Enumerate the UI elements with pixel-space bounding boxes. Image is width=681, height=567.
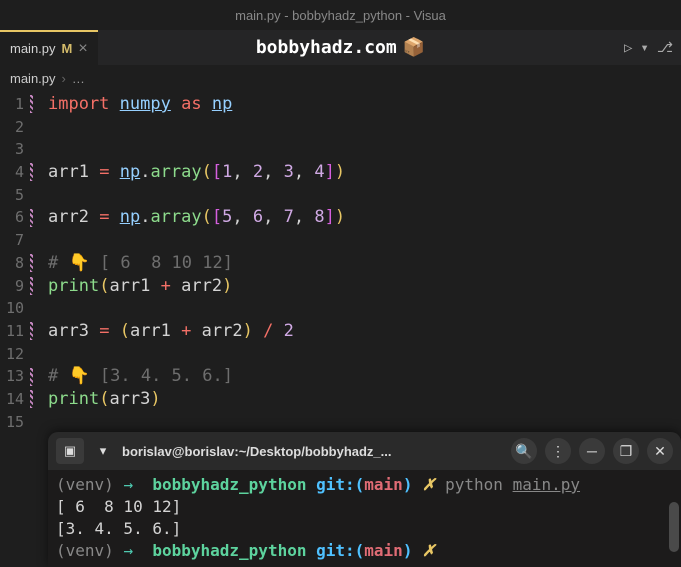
watermark-text: bobbyhadz.com (256, 37, 397, 58)
terminal-scrollbar[interactable] (669, 502, 679, 552)
code-line (48, 116, 681, 139)
code-line (48, 411, 681, 434)
breadcrumb-more: … (72, 71, 85, 86)
terminal-line: (venv) → bobbyhadz_python git:(main) ✗ (56, 540, 673, 562)
line-number: 11 (0, 320, 26, 343)
line-number: 3 (0, 138, 26, 161)
code-line: arr3 = (arr1 + arr2) / 2 (48, 320, 681, 343)
breadcrumb[interactable]: main.py › … (0, 65, 681, 91)
run-icon[interactable]: ▷ (624, 40, 632, 56)
terminal-body[interactable]: (venv) → bobbyhadz_python git:(main) ✗ p… (48, 470, 681, 566)
line-number: 5 (0, 184, 26, 207)
code-line: print(arr1 + arr2) (48, 275, 681, 298)
code-editor[interactable]: 1 2 3 4 5 6 7 8 9 10 11 12 13 14 15 impo… (0, 91, 681, 433)
terminal-titlebar[interactable]: ▣ ▾ borislav@borislav:~/Desktop/bobbyhad… (48, 432, 681, 470)
tab-main-py[interactable]: main.py M × (0, 30, 98, 65)
tab-filename: main.py (10, 41, 56, 56)
search-icon[interactable]: 🔍 (511, 438, 537, 464)
watermark: bobbyhadz.com 📦 (256, 37, 425, 58)
line-number: 7 (0, 229, 26, 252)
terminal-window: ▣ ▾ borislav@borislav:~/Desktop/bobbyhad… (48, 432, 681, 567)
tab-bar: main.py M × bobbyhadz.com 📦 ▷ ▾ ⎇ (0, 30, 681, 65)
line-number: 13 (0, 365, 26, 388)
chevron-right-icon: › (62, 71, 66, 86)
window-title-bar: main.py - bobbyhadz_python - Visua (0, 0, 681, 30)
code-line: arr2 = np.array([5, 6, 7, 8]) (48, 206, 681, 229)
terminal-title: borislav@borislav:~/Desktop/bobbyhadz_..… (122, 444, 503, 459)
breadcrumb-file: main.py (10, 71, 56, 86)
tab-dropdown-icon[interactable]: ▾ (92, 438, 114, 464)
terminal-line: [3. 4. 5. 6.] (56, 518, 673, 540)
close-icon[interactable]: × (78, 40, 87, 58)
code-content[interactable]: import numpy as np arr1 = np.array([1, 2… (36, 93, 681, 433)
run-chevron-icon[interactable]: ▾ (640, 40, 648, 56)
cube-icon: 📦 (403, 37, 425, 58)
line-number: 1 (0, 93, 26, 116)
code-line: import numpy as np (48, 93, 681, 116)
window-title: main.py - bobbyhadz_python - Visua (235, 8, 446, 23)
fold-marks (26, 93, 36, 433)
code-line: print(arr3) (48, 388, 681, 411)
editor-actions: ▷ ▾ ⎇ (624, 40, 673, 56)
line-number: 10 (0, 297, 26, 320)
close-icon[interactable]: ✕ (647, 438, 673, 464)
code-line: # 👇 [3. 4. 5. 6.] (48, 365, 681, 388)
code-line (48, 297, 681, 320)
line-number: 6 (0, 206, 26, 229)
line-number-gutter: 1 2 3 4 5 6 7 8 9 10 11 12 13 14 15 (0, 93, 26, 433)
minimize-icon[interactable]: ─ (579, 438, 605, 464)
new-tab-button[interactable]: ▣ (56, 438, 84, 464)
branch-icon[interactable]: ⎇ (657, 40, 673, 56)
maximize-icon[interactable]: ❐ (613, 438, 639, 464)
terminal-line: [ 6 8 10 12] (56, 496, 673, 518)
line-number: 9 (0, 275, 26, 298)
line-number: 12 (0, 343, 26, 366)
code-line (48, 229, 681, 252)
line-number: 15 (0, 411, 26, 434)
menu-icon[interactable]: ⋮ (545, 438, 571, 464)
line-number: 8 (0, 252, 26, 275)
code-line (48, 343, 681, 366)
terminal-line: (venv) → bobbyhadz_python git:(main) ✗ p… (56, 474, 673, 496)
code-line (48, 138, 681, 161)
line-number: 14 (0, 388, 26, 411)
tab-modified-indicator: M (62, 41, 73, 56)
line-number: 2 (0, 116, 26, 139)
code-line: # 👇 [ 6 8 10 12] (48, 252, 681, 275)
code-line: arr1 = np.array([1, 2, 3, 4]) (48, 161, 681, 184)
code-line (48, 184, 681, 207)
line-number: 4 (0, 161, 26, 184)
